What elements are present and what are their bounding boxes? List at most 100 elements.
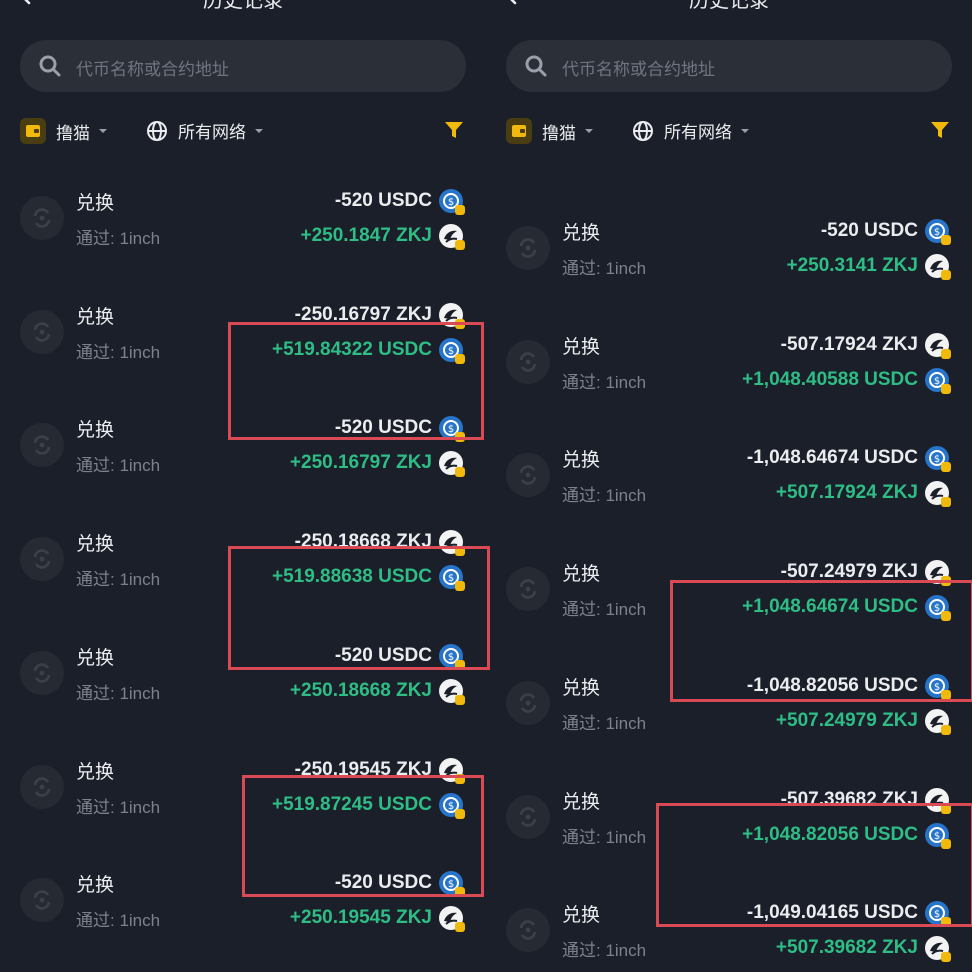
zkj-icon xyxy=(438,450,466,478)
zkj-icon xyxy=(924,708,952,736)
page-title: 历史记录 xyxy=(203,0,283,12)
amount-in: +250.1847 ZKJ xyxy=(300,225,432,246)
amount-in: +250.18668 ZKJ xyxy=(289,679,432,701)
transaction-via: 通过: 1inch xyxy=(76,797,161,817)
swap-icon xyxy=(20,309,64,354)
transaction-via: 通过: 1inch xyxy=(76,911,161,931)
transaction-via: 通过: 1inch xyxy=(76,683,161,703)
search-input[interactable]: 代币名称或合约地址 xyxy=(506,40,952,92)
transaction-via: 通过: 1inch xyxy=(76,342,161,362)
amount-out: -520 USDC xyxy=(820,220,918,241)
amount-out: -520 USDC xyxy=(334,190,432,211)
transaction-row[interactable]: 兑换通过: 1inch -520 USDC $ +250.1847 ZKJ xyxy=(20,180,466,250)
zkj-icon xyxy=(924,480,952,508)
usdc-icon: $ xyxy=(924,367,952,395)
filter-icon[interactable] xyxy=(444,120,464,140)
amount-in: +250.16797 ZKJ xyxy=(289,452,432,474)
zkj-icon xyxy=(924,253,952,281)
page-title: 历史记录 xyxy=(689,0,769,12)
highlight-box xyxy=(670,580,972,702)
transaction-via: 通过: 1inch xyxy=(562,259,647,278)
usdc-icon: $ xyxy=(924,445,952,473)
amount-out: -507.17924 ZKJ xyxy=(780,333,918,355)
wallet-selector[interactable]: 撸猫 xyxy=(20,118,108,144)
transaction-row[interactable]: 兑换通过: 1inch -1,048.64674 USDC $ +507.17924 … xyxy=(506,437,952,508)
swap-icon xyxy=(20,537,64,582)
transaction-via: 通过: 1inch xyxy=(76,229,161,248)
svg-text:$: $ xyxy=(934,376,940,387)
transaction-type: 兑换 xyxy=(76,534,115,556)
highlight-box xyxy=(228,546,490,670)
svg-text:$: $ xyxy=(934,454,940,465)
usdc-icon: $ xyxy=(438,188,466,216)
transaction-type: 兑换 xyxy=(562,564,601,586)
swap-icon xyxy=(506,794,550,839)
transaction-type: 兑换 xyxy=(562,223,601,244)
search-icon xyxy=(525,55,547,77)
wallet-selector[interactable]: 撸猫 xyxy=(506,118,594,144)
chevron-down-icon xyxy=(585,129,593,133)
network-label: 所有网络 xyxy=(664,123,732,142)
transaction-type: 兑换 xyxy=(76,193,115,214)
zkj-icon xyxy=(438,678,466,706)
filter-bar: 撸猫 所有网络 xyxy=(20,112,466,148)
transaction-row[interactable]: 兑换 通过: 1inch -507.17924 ZKJ +1,048.40588 US… xyxy=(506,324,952,394)
amount-in: +507.39682 ZKJ xyxy=(775,937,918,959)
amount-in: +507.17924 ZKJ xyxy=(775,482,918,504)
transaction-type: 兑换 xyxy=(76,761,115,783)
transaction-via: 通过: 1inch xyxy=(562,713,647,733)
network-label: 所有网络 xyxy=(178,123,246,142)
swap-icon xyxy=(506,567,550,612)
swap-icon xyxy=(506,453,550,498)
usdc-icon: $ xyxy=(924,218,952,246)
transaction-via: 通过: 1inch xyxy=(562,827,647,847)
highlight-box xyxy=(228,322,484,440)
header: 历史记录 xyxy=(0,0,486,18)
transaction-type: 兑换 xyxy=(562,905,601,927)
highlight-box xyxy=(242,775,484,897)
highlight-box xyxy=(656,803,972,927)
amount-in: +507.24979 ZKJ xyxy=(775,709,918,731)
transaction-via: 通过: 1inch xyxy=(76,570,161,590)
swap-icon xyxy=(20,764,64,809)
transaction-type: 兑换 xyxy=(76,306,115,328)
amount-in: +250.19545 ZKJ xyxy=(289,907,432,929)
network-selector[interactable]: 所有网络 xyxy=(146,118,264,143)
svg-text:$: $ xyxy=(448,197,454,208)
search-icon xyxy=(39,55,61,77)
transaction-type: 兑换 xyxy=(76,875,115,897)
swap-icon xyxy=(20,423,64,468)
transaction-via: 通过: 1inch xyxy=(562,486,647,506)
transaction-type: 兑换 xyxy=(562,677,601,699)
swap-icon xyxy=(506,339,550,384)
zkj-icon xyxy=(438,905,466,933)
swap-icon xyxy=(20,878,64,923)
swap-icon xyxy=(506,680,550,725)
transaction-row[interactable]: 兑换通过: 1inch -520 USDC $ +250.3141 ZKJ xyxy=(506,210,952,280)
zkj-icon xyxy=(924,935,952,963)
swap-icon xyxy=(506,226,550,270)
amount-in: +1,048.40588 USDC xyxy=(742,368,918,390)
swap-icon xyxy=(20,196,64,240)
filter-icon[interactable] xyxy=(930,120,950,140)
search-placeholder: 代币名称或合约地址 xyxy=(562,60,715,79)
transaction-via: 通过: 1inch xyxy=(562,372,647,392)
chevron-down-icon xyxy=(741,128,749,133)
header: 历史记录 xyxy=(486,0,972,18)
transaction-type: 兑换 xyxy=(562,791,601,813)
transaction-type: 兑换 xyxy=(76,647,115,669)
search-placeholder: 代币名称或合约地址 xyxy=(76,60,229,79)
network-selector[interactable]: 所有网络 xyxy=(632,118,750,143)
wallet-icon xyxy=(20,118,46,144)
wallet-label: 撸猫 xyxy=(56,123,90,143)
amount-in: +250.3141 ZKJ xyxy=(786,255,918,276)
globe-icon xyxy=(147,120,167,141)
chevron-down-icon xyxy=(255,128,263,133)
search-input[interactable]: 代币名称或合约地址 xyxy=(20,40,466,92)
transaction-type: 兑换 xyxy=(76,420,115,442)
wallet-label: 撸猫 xyxy=(542,123,576,143)
amount-out: -1,048.64674 USDC xyxy=(746,447,918,469)
svg-text:$: $ xyxy=(934,227,940,238)
transaction-type: 兑换 xyxy=(562,450,601,472)
transaction-via: 通过: 1inch xyxy=(562,941,647,961)
